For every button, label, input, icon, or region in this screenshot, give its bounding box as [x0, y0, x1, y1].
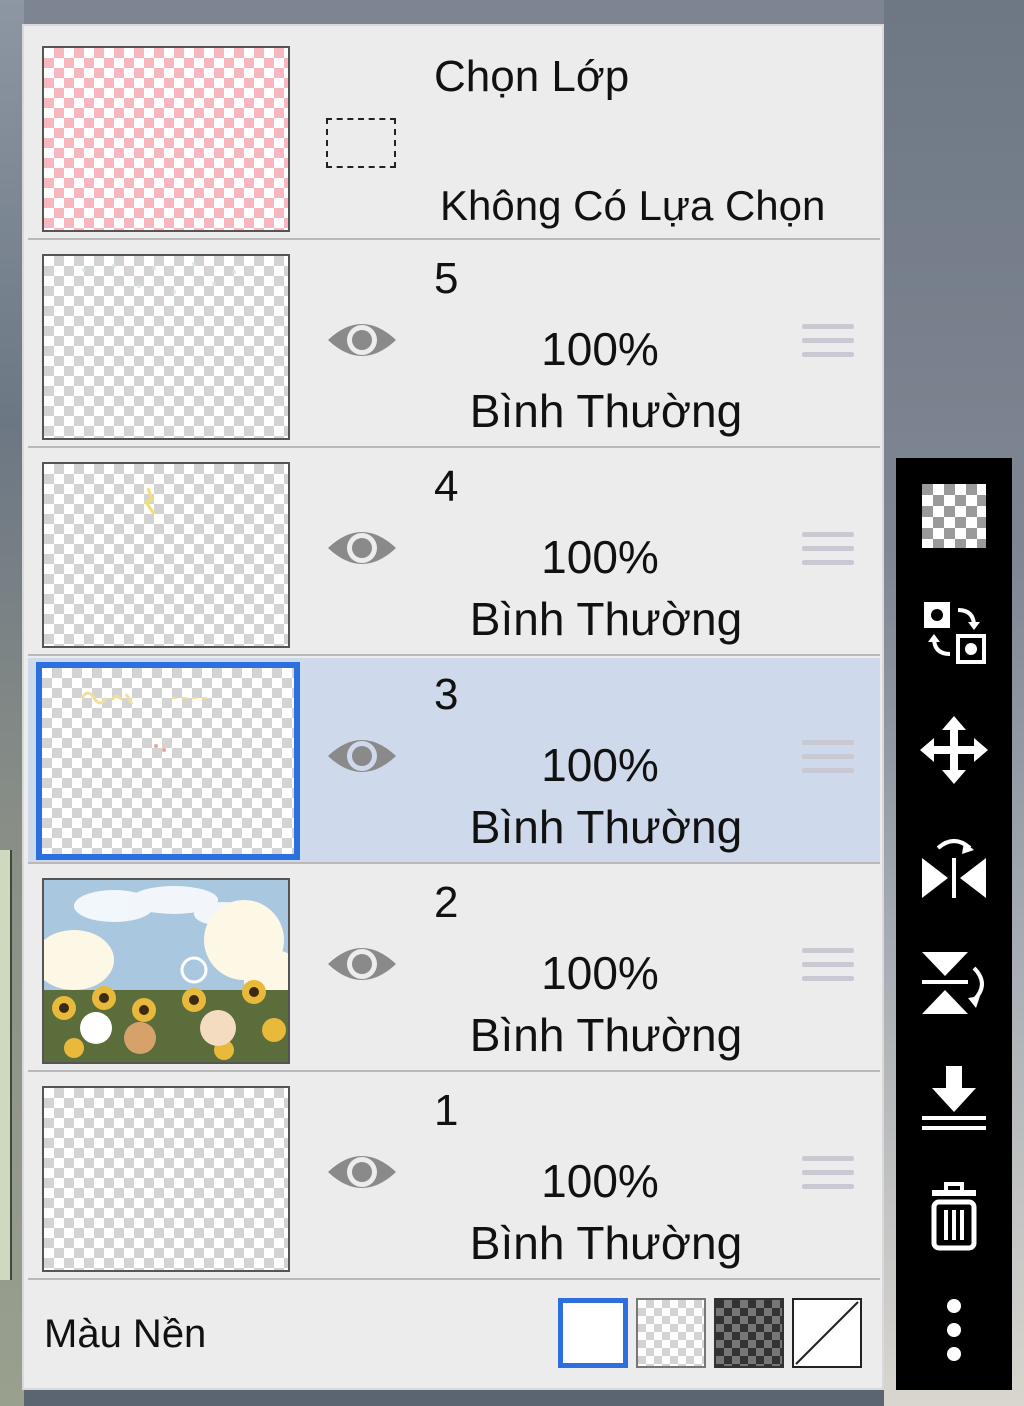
layer-blend-mode[interactable]: Bình Thường — [446, 1008, 766, 1062]
background-transparent-swatch[interactable] — [636, 1298, 706, 1368]
layer-5-preview — [82, 262, 236, 294]
layer-opacity[interactable]: 100% — [500, 946, 700, 1000]
transparency-icon[interactable] — [918, 480, 990, 552]
layer-opacity[interactable]: 100% — [500, 530, 700, 584]
layer-name: 5 — [434, 254, 459, 303]
background-white-swatch[interactable] — [558, 1298, 628, 1368]
background-color-label: Màu Nền — [44, 1312, 207, 1356]
diagonal-slash-icon — [795, 1301, 859, 1365]
visibility-eye-icon[interactable] — [326, 938, 398, 990]
background-none-swatch[interactable] — [792, 1298, 862, 1368]
visibility-eye-icon[interactable] — [326, 522, 398, 574]
selection-layer-title: Chọn Lớp — [434, 52, 630, 101]
layer-name: 4 — [434, 462, 459, 511]
background-color-row: Màu Nền — [28, 1282, 880, 1386]
drag-handle-icon[interactable] — [802, 1156, 854, 1198]
visibility-eye-icon[interactable] — [326, 1146, 398, 1198]
drag-handle-icon[interactable] — [802, 532, 854, 574]
layer-blend-mode[interactable]: Bình Thường — [446, 800, 766, 854]
drag-handle-icon[interactable] — [802, 324, 854, 366]
layer-row-5[interactable]: 5 100% Bình Thường — [28, 242, 880, 448]
layer-blend-mode[interactable]: Bình Thường — [446, 1216, 766, 1270]
visibility-eye-icon[interactable] — [326, 314, 398, 366]
trash-icon[interactable] — [918, 1180, 990, 1252]
layer-opacity[interactable]: 100% — [500, 1154, 700, 1208]
layer-row-4[interactable]: 4 100% Bình Thường — [28, 450, 880, 656]
drag-handle-icon[interactable] — [802, 948, 854, 990]
more-icon[interactable] — [918, 1294, 990, 1366]
layer-blend-mode[interactable]: Bình Thường — [446, 384, 766, 438]
layer-row-2[interactable]: 2 100% Bình Thường — [28, 866, 880, 1072]
layer-4-preview — [143, 487, 156, 515]
layer-row-3[interactable]: 3 100% Bình Thường — [28, 658, 880, 864]
layer-thumbnail[interactable] — [42, 1086, 290, 1272]
selection-layer-row[interactable]: Chọn Lớp Không Có Lựa Chọn — [28, 34, 880, 240]
layer-thumbnail[interactable] — [42, 878, 290, 1064]
layer-name: 2 — [434, 878, 459, 927]
swap-layers-icon[interactable] — [918, 596, 990, 668]
selection-layer-status: Không Có Lựa Chọn — [440, 182, 826, 229]
layer-2-preview — [44, 880, 288, 1062]
layer-blend-mode[interactable]: Bình Thường — [446, 592, 766, 646]
selection-layer-thumbnail[interactable] — [42, 46, 290, 232]
flip-horizontal-icon[interactable] — [918, 832, 990, 904]
layer-thumbnail[interactable] — [42, 462, 290, 648]
merge-down-icon[interactable] — [918, 1062, 990, 1134]
layer-name: 1 — [434, 1086, 459, 1135]
canvas-artwork-edge — [0, 850, 12, 1280]
canvas-background-top — [0, 0, 1024, 24]
visibility-eye-icon[interactable] — [326, 730, 398, 782]
layer-3-preview — [80, 691, 212, 752]
background-dark-checker-swatch[interactable] — [714, 1298, 784, 1368]
layer-row-1[interactable]: 1 100% Bình Thường — [28, 1074, 880, 1280]
layer-opacity[interactable]: 100% — [500, 322, 700, 376]
layer-name: 3 — [434, 670, 459, 719]
selection-marquee-icon — [326, 118, 396, 168]
move-icon[interactable] — [918, 714, 990, 786]
layer-thumbnail[interactable] — [42, 254, 290, 440]
drag-handle-icon[interactable] — [802, 740, 854, 782]
layer-tools-toolbar — [896, 458, 1012, 1390]
flip-vertical-icon[interactable] — [918, 948, 990, 1020]
layer-thumbnail[interactable] — [36, 662, 300, 860]
layer-opacity[interactable]: 100% — [500, 738, 700, 792]
layers-panel: Chọn Lớp Không Có Lựa Chọn 5 100% Bình T… — [22, 24, 884, 1390]
